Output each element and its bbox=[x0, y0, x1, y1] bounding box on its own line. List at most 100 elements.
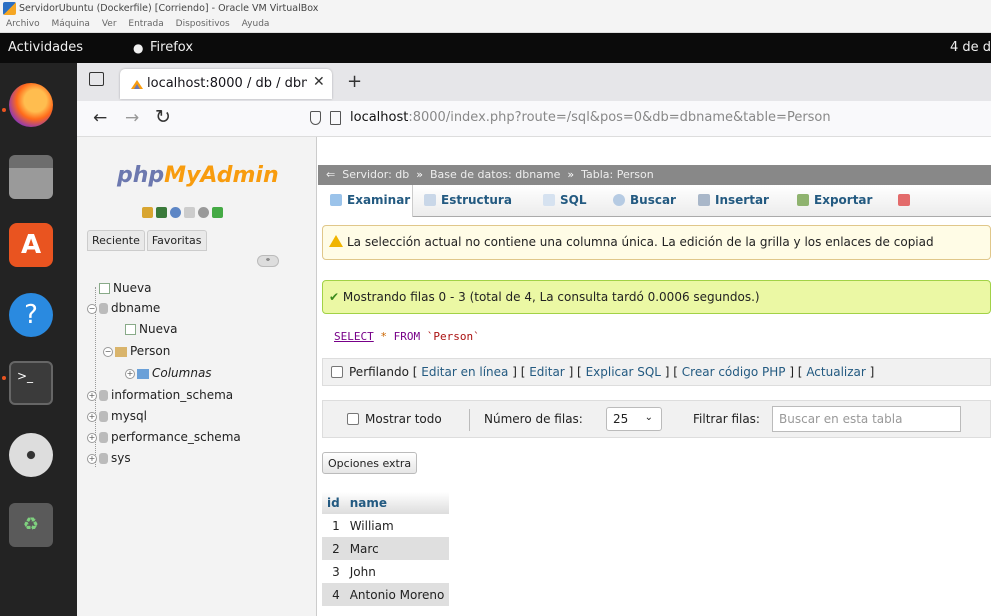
app-store-icon[interactable]: A bbox=[9, 223, 53, 267]
results-table: id name 1 William 2 Marc 3 John 4 Antoni… bbox=[322, 492, 450, 606]
tab-sql[interactable]: SQL bbox=[543, 193, 587, 207]
reload-icon[interactable]: ↻ bbox=[155, 106, 171, 128]
tree-item-mysql[interactable]: + mysql bbox=[87, 409, 147, 423]
new-icon bbox=[99, 283, 110, 294]
forward-icon[interactable]: → bbox=[125, 108, 139, 128]
breadcrumb-table[interactable]: Tabla: Person bbox=[581, 168, 654, 181]
tab-estructura[interactable]: Estructura bbox=[424, 193, 512, 207]
breadcrumb-server[interactable]: Servidor: db bbox=[342, 168, 409, 181]
expand-icon[interactable]: + bbox=[87, 411, 97, 422]
tree-item-new-table[interactable]: Nueva bbox=[125, 322, 177, 336]
collapse-nav-icon[interactable]: ⇐ bbox=[326, 168, 335, 181]
browser-tab-active[interactable]: localhost:8000 / db / dbname / Person ✕ bbox=[120, 69, 332, 99]
expand-icon[interactable]: + bbox=[87, 432, 97, 443]
vbox-menu-entrada[interactable]: Entrada bbox=[128, 19, 163, 29]
column-header-id[interactable]: id bbox=[322, 492, 345, 514]
reload-nav-icon[interactable] bbox=[212, 207, 223, 218]
collapse-icon[interactable]: − bbox=[87, 303, 97, 314]
phpmyadmin-logo[interactable]: phpMyAdmin bbox=[117, 163, 279, 188]
sql-query[interactable]: SELECT * FROM `Person` bbox=[334, 330, 480, 343]
query-window-icon[interactable] bbox=[170, 207, 181, 218]
new-icon bbox=[125, 324, 136, 335]
docs-icon[interactable] bbox=[184, 207, 195, 218]
tab-more-icon[interactable] bbox=[898, 193, 915, 207]
tree-item-columns[interactable]: + Columnas bbox=[125, 366, 212, 380]
link-editar-en-linea[interactable]: Editar en línea bbox=[421, 365, 508, 379]
table-row[interactable]: 4 Antonio Moreno bbox=[322, 583, 450, 606]
terminal-icon[interactable]: >_ bbox=[9, 361, 53, 405]
home-icon[interactable] bbox=[142, 207, 153, 218]
tab-list-icon[interactable] bbox=[89, 72, 104, 86]
structure-icon bbox=[424, 194, 436, 206]
database-icon bbox=[99, 453, 108, 464]
new-tab-icon[interactable]: + bbox=[347, 71, 362, 92]
cell-id: 4 bbox=[322, 583, 345, 606]
table-row[interactable]: 1 William bbox=[322, 514, 450, 537]
tab-title: localhost:8000 / db / dbname / Person bbox=[147, 76, 307, 91]
tab-favoritas[interactable]: Favoritas bbox=[146, 230, 207, 251]
url-text[interactable]: localhost:8000/index.php?route=/sql&pos=… bbox=[350, 110, 831, 125]
expand-icon[interactable]: + bbox=[87, 453, 97, 464]
pma-navigation-panel: phpMyAdmin Reciente Favoritas ⚭ Nueva − db… bbox=[77, 137, 317, 616]
vbox-menu-maquina[interactable]: Máquina bbox=[52, 19, 90, 29]
tab-examinar[interactable]: Examinar bbox=[330, 193, 410, 207]
extra-options-button[interactable]: Opciones extra bbox=[322, 452, 418, 474]
browser-nav-bar: ← → ↻ localhost:8000/index.php?route=/sq… bbox=[77, 101, 991, 137]
divider bbox=[469, 409, 470, 431]
expand-icon[interactable]: + bbox=[125, 368, 135, 379]
cell-name: Marc bbox=[344, 537, 450, 560]
help-icon[interactable]: ? bbox=[9, 293, 53, 337]
files-icon[interactable] bbox=[9, 155, 53, 199]
rows-select[interactable]: 25 ⌄ bbox=[606, 407, 662, 431]
browse-icon bbox=[330, 194, 342, 206]
table-row[interactable]: 3 John bbox=[322, 560, 450, 583]
vbox-menu-ayuda[interactable]: Ayuda bbox=[242, 19, 270, 29]
cell-name: John bbox=[344, 560, 450, 583]
tree-item-performance-schema[interactable]: + performance_schema bbox=[87, 430, 241, 444]
page-info-icon[interactable] bbox=[330, 111, 341, 125]
tab-buscar[interactable]: Buscar bbox=[613, 193, 676, 207]
tree-item-new-db[interactable]: Nueva bbox=[99, 281, 151, 295]
filter-rows-input[interactable]: Buscar en esta tabla bbox=[772, 406, 961, 432]
quick-links bbox=[142, 207, 252, 221]
url-bar[interactable]: localhost:8000/index.php?route=/sql&pos=… bbox=[302, 105, 991, 133]
tree-item-information-schema[interactable]: + information_schema bbox=[87, 388, 233, 402]
vbox-menu-ver[interactable]: Ver bbox=[102, 19, 117, 29]
link-editar[interactable]: Editar bbox=[529, 365, 565, 379]
activities-button[interactable]: Actividades bbox=[8, 40, 83, 55]
logout-icon[interactable] bbox=[156, 207, 167, 218]
tab-exportar[interactable]: Exportar bbox=[797, 193, 872, 207]
show-all-toggle[interactable]: Mostrar todo bbox=[347, 412, 442, 426]
collapse-icon[interactable]: − bbox=[103, 346, 113, 357]
column-header-name[interactable]: name bbox=[344, 492, 450, 514]
tracking-shield-icon[interactable] bbox=[310, 111, 321, 125]
link-explicar-sql[interactable]: Explicar SQL bbox=[586, 365, 661, 379]
disc-icon[interactable] bbox=[9, 433, 53, 477]
trash-icon[interactable]: ♻ bbox=[9, 503, 53, 547]
firefox-icon[interactable] bbox=[9, 83, 53, 127]
tree-item-sys[interactable]: + sys bbox=[87, 451, 131, 465]
vbox-menu-dispositivos[interactable]: Dispositivos bbox=[176, 19, 230, 29]
expand-icon[interactable]: + bbox=[87, 390, 97, 401]
back-icon[interactable]: ← bbox=[93, 108, 107, 128]
clock[interactable]: 4 de d bbox=[950, 40, 991, 55]
profiling-checkbox[interactable] bbox=[331, 366, 343, 378]
vbox-menu-archivo[interactable]: Archivo bbox=[6, 19, 40, 29]
profiling-bar: Perfilando [ Editar en línea ] [ Editar … bbox=[322, 358, 991, 386]
show-all-checkbox[interactable] bbox=[347, 413, 359, 425]
link-crear-codigo-php[interactable]: Crear código PHP bbox=[682, 365, 786, 379]
tab-reciente[interactable]: Reciente bbox=[87, 230, 145, 251]
breadcrumb-database[interactable]: Base de datos: dbname bbox=[430, 168, 560, 181]
table-row[interactable]: 2 Marc bbox=[322, 537, 450, 560]
tree-item-dbname[interactable]: − dbname bbox=[87, 301, 160, 315]
navigation-filter-bar: Mostrar todo Número de filas: 25 ⌄ Filtra… bbox=[322, 400, 991, 438]
link-with-main-panel-icon[interactable]: ⚭ bbox=[257, 255, 279, 267]
tab-close-icon[interactable]: ✕ bbox=[313, 74, 325, 90]
tree-item-person[interactable]: − Person bbox=[103, 344, 170, 358]
settings-icon[interactable] bbox=[198, 207, 209, 218]
link-actualizar[interactable]: Actualizar bbox=[806, 365, 866, 379]
search-icon bbox=[613, 194, 625, 206]
app-menu-firefox[interactable]: Firefox bbox=[150, 40, 193, 55]
tab-insertar[interactable]: Insertar bbox=[698, 193, 769, 207]
columns-icon bbox=[137, 368, 149, 379]
